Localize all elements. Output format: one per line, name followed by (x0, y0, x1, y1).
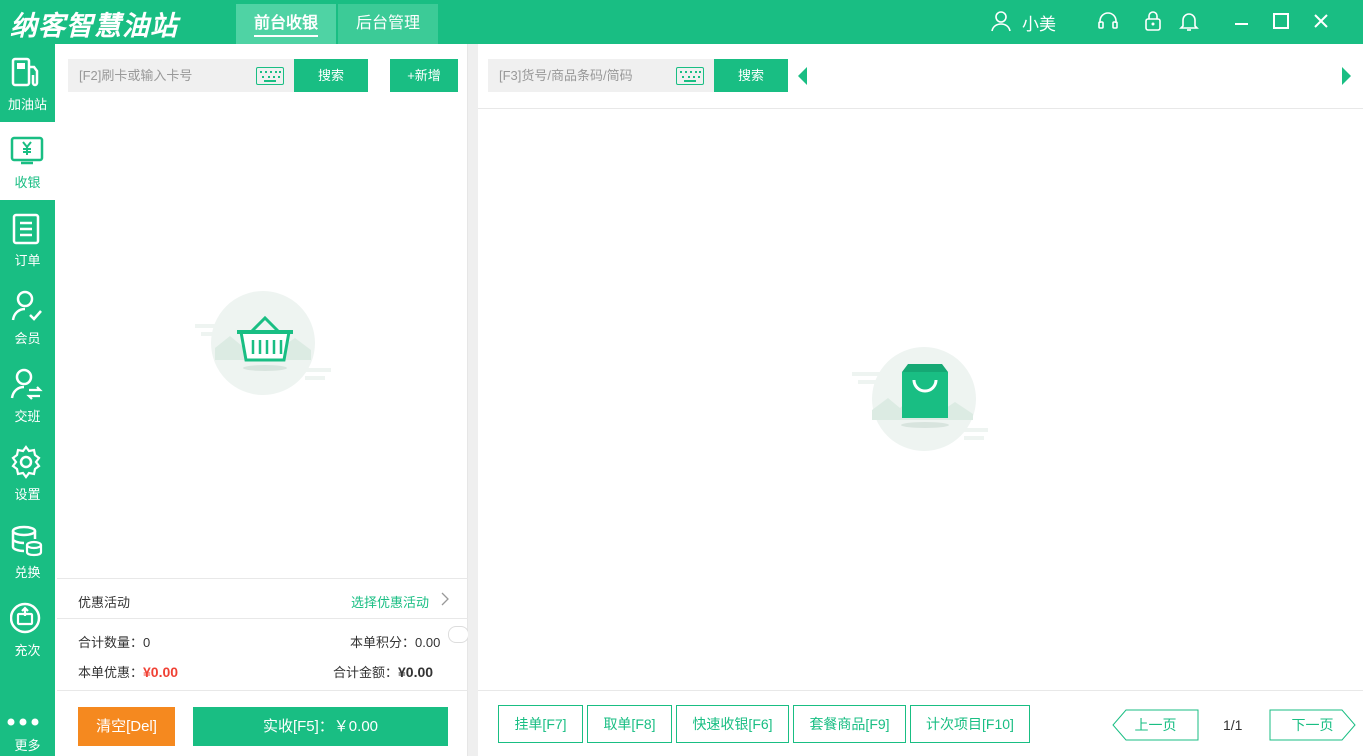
total-amount: 合计金额：¥0.00 (333, 664, 434, 680)
sidebar-item-label: 加油站 (7, 97, 47, 112)
cashier-monitor-icon (10, 136, 44, 165)
sidebar-item-orders[interactable]: 订单 (0, 200, 55, 278)
category-prev-arrow-icon[interactable] (797, 66, 809, 86)
maximize-icon[interactable] (1270, 10, 1292, 32)
promo-label: 优惠活动 (78, 595, 131, 610)
card-search-button[interactable]: 搜索 (294, 59, 368, 92)
promo-select-link[interactable]: 选择优惠活动 (351, 592, 429, 611)
headset-icon[interactable] (1097, 10, 1119, 32)
lock-icon[interactable] (1142, 10, 1164, 32)
sidebar-item-more[interactable]: 更多 (0, 668, 55, 753)
category-next-arrow-icon[interactable] (1340, 66, 1352, 86)
sidebar-item-recharge[interactable]: 充次 (0, 590, 55, 668)
panel-divider[interactable] (468, 44, 478, 756)
fuel-pump-icon (11, 57, 39, 87)
count-items-button[interactable]: 计次项目[F10] (910, 705, 1030, 743)
sidebar-item-label: 收银 (14, 175, 41, 190)
keyboard-icon[interactable] (256, 67, 284, 85)
add-member-button[interactable]: +新增 (390, 59, 458, 92)
sidebar-item-exchange[interactable]: 兑换 (0, 512, 55, 590)
next-page-button[interactable]: 下一页 (1269, 709, 1356, 741)
sidebar-item-label: 订单 (14, 253, 41, 268)
hold-order-button[interactable]: 挂单[F7] (498, 705, 583, 743)
sidebar-item-label: 会员 (14, 331, 41, 346)
page-indicator: 1/1 (1223, 717, 1243, 733)
sidebar-item-label: 交班 (14, 409, 41, 424)
product-search-button[interactable]: 搜索 (714, 59, 788, 92)
gear-icon (11, 445, 41, 479)
minimize-icon[interactable] (1231, 10, 1253, 32)
sidebar-item-label: 充次 (14, 643, 41, 658)
user-name[interactable]: 小美 (1022, 10, 1056, 35)
prev-page-button[interactable]: 上一页 (1112, 709, 1199, 741)
total-quantity: 合计数量：0 (78, 635, 151, 650)
sidebar-item-label: 更多 (14, 738, 41, 753)
empty-products-illustration (852, 347, 988, 451)
checkout-button[interactable]: 实收[F5]：￥0.00 (193, 707, 448, 746)
order-list-icon (12, 213, 40, 245)
order-points: 本单积分：0.00 (350, 635, 441, 650)
empty-cart-illustration (195, 291, 331, 395)
order-discount: 本单优惠：¥0.00 (78, 664, 179, 680)
points-toggle[interactable] (448, 626, 469, 643)
chevron-right-icon[interactable] (440, 591, 450, 607)
sidebar-item-label: 设置 (14, 487, 41, 502)
sidebar-item-gas-station[interactable]: 加油站 (0, 44, 55, 122)
sidebar-item-cashier[interactable]: 收银 (0, 122, 55, 200)
clear-button[interactable]: 清空[Del] (78, 707, 175, 746)
tab-front-cashier[interactable]: 前台收银 (236, 4, 336, 44)
cart-panel: [F2]刷卡或输入卡号 搜索 +新增 优惠活动 选择优惠活动 合计数量：0 本单… (57, 44, 469, 756)
title-bar: 纳客智慧油站 前台收银 后台管理 小美 (0, 0, 1363, 44)
sidebar-item-settings[interactable]: 设置 (0, 434, 55, 512)
sidebar-item-shift[interactable]: 交班 (0, 356, 55, 434)
user-icon[interactable] (990, 10, 1012, 32)
combo-products-button[interactable]: 套餐商品[F9] (793, 705, 906, 743)
quick-checkout-button[interactable]: 快速收银[F6] (676, 705, 789, 743)
app-logo: 纳客智慧油站 (10, 11, 178, 42)
recharge-icon (10, 602, 41, 634)
member-icon (11, 290, 42, 321)
product-panel: [F3]货号/商品条码/简码 搜索 挂单[F7] 取单[F8] 快速收银[F6]… (478, 44, 1363, 756)
tab-backend-management[interactable]: 后台管理 (338, 4, 438, 44)
close-icon[interactable] (1310, 10, 1332, 32)
keyboard-icon[interactable] (676, 67, 704, 85)
retrieve-order-button[interactable]: 取单[F8] (587, 705, 672, 743)
sidebar-item-members[interactable]: 会员 (0, 278, 55, 356)
sidebar-item-label: 兑换 (14, 565, 41, 580)
bell-icon[interactable] (1178, 10, 1200, 32)
sidebar: 加油站 收银 订单 会员 交班 设置 兑换 充次 更多 (0, 44, 55, 756)
database-icon (11, 525, 43, 557)
shift-handover-icon (10, 368, 43, 400)
